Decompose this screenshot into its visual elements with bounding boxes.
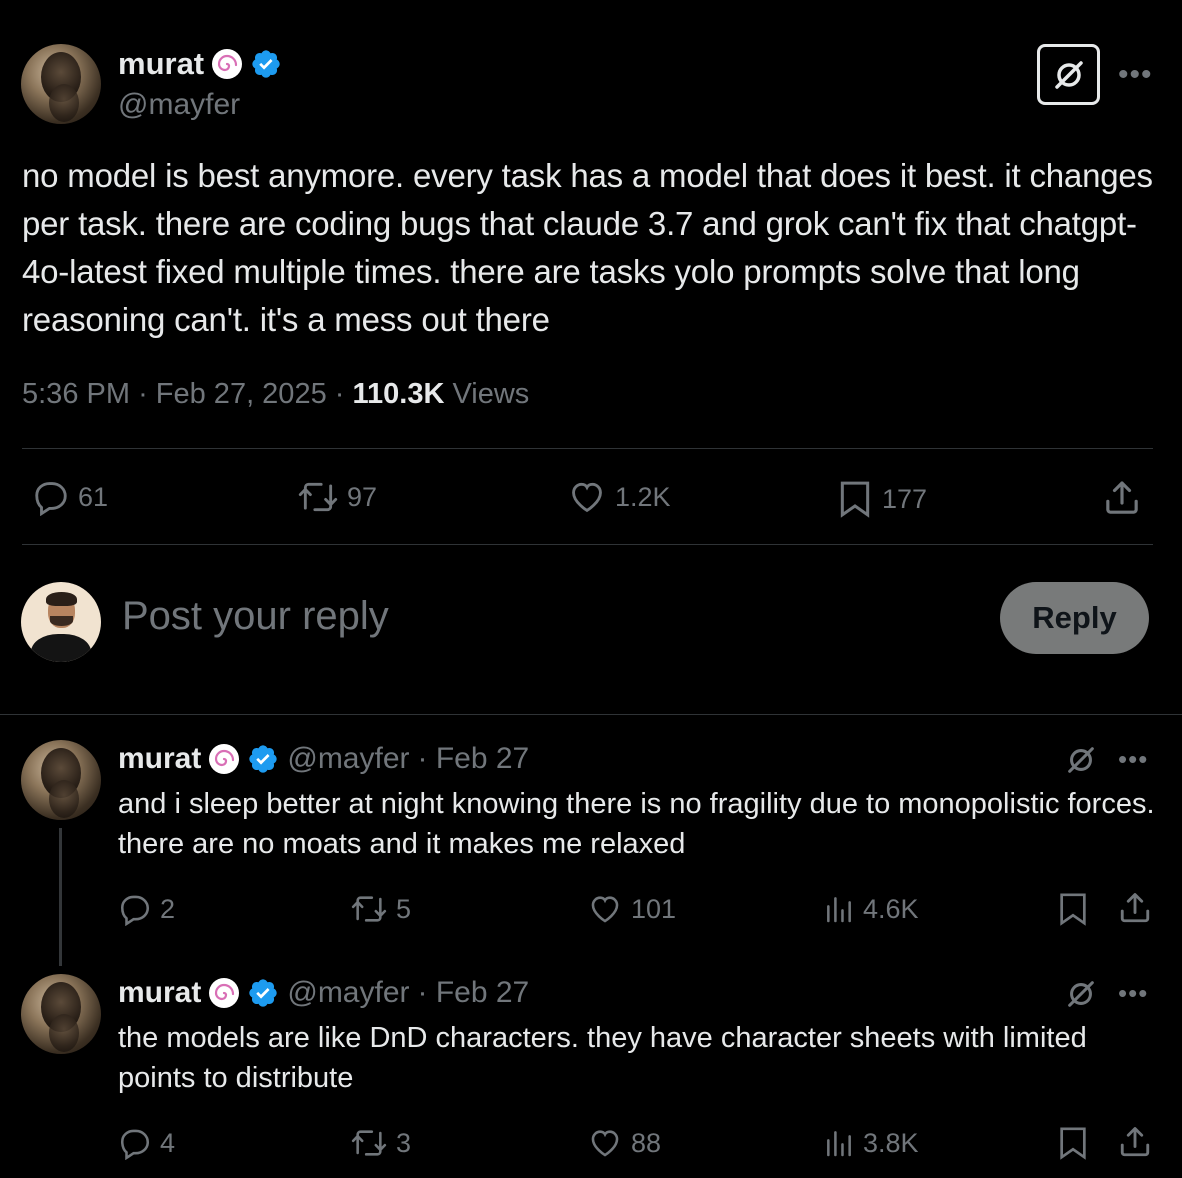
spiral-badge-icon[interactable] (209, 978, 240, 1008)
views-icon (827, 897, 851, 923)
like-button[interactable]: 88 (587, 1126, 661, 1160)
reply-count: 61 (78, 481, 109, 512)
reply-author-handle[interactable]: @mayfer (287, 742, 409, 776)
reply-submit-button[interactable]: Reply (1000, 582, 1149, 654)
share-icon (1106, 481, 1138, 514)
like-button[interactable]: 101 (587, 892, 676, 926)
divider (22, 544, 1153, 545)
tweet-meta: 5:36 PM · Feb 27, 2025 · 110.3K Views (22, 378, 529, 411)
reply-button[interactable]: 61 (32, 478, 108, 516)
like-button[interactable]: 1.2K (567, 478, 671, 516)
current-user-avatar[interactable] (21, 582, 101, 662)
divider (0, 714, 1182, 715)
grok-icon[interactable] (1064, 743, 1098, 777)
like-icon (572, 482, 602, 513)
more-icon[interactable]: ••• (1118, 980, 1148, 1006)
reply-icon (120, 1129, 150, 1160)
like-icon (591, 896, 619, 923)
repost-button[interactable]: 5 (350, 892, 411, 926)
reply-date[interactable]: · Feb 27 (418, 742, 530, 776)
repost-icon (351, 896, 387, 922)
views-count: 110.3K (352, 378, 445, 410)
views-count: 4.6K (863, 893, 919, 924)
verified-icon[interactable] (250, 48, 282, 80)
share-icon[interactable] (1117, 1124, 1153, 1160)
share-icon[interactable] (1117, 890, 1153, 926)
thread-line (59, 828, 62, 966)
reply-button[interactable]: 2 (118, 892, 175, 926)
grok-icon (1054, 60, 1083, 89)
meta-separator: · (138, 378, 156, 410)
like-count: 101 (631, 893, 677, 924)
views-label: Views (452, 378, 530, 410)
views-button[interactable]: 4.6K (823, 892, 919, 926)
reply-count: 4 (160, 1127, 176, 1158)
views-button[interactable]: 3.8K (823, 1126, 919, 1160)
views-count: 3.8K (863, 1127, 919, 1158)
verified-icon[interactable] (247, 977, 279, 1009)
bookmark-count: 177 (882, 483, 928, 514)
tweet-text: no model is best anymore. every task has… (22, 157, 1153, 338)
reply-button[interactable]: 4 (118, 1126, 175, 1160)
author-handle[interactable]: @mayfer (118, 88, 240, 122)
reply-text: the models are like DnD characters. they… (118, 1022, 1087, 1094)
reply-author-name[interactable]: murat (118, 976, 201, 1010)
author-name[interactable]: murat (118, 46, 204, 82)
grok-icon[interactable] (1064, 977, 1098, 1011)
author-name-row: murat (118, 46, 282, 82)
reply-date[interactable]: · Feb 27 (418, 976, 530, 1010)
repost-count: 97 (347, 481, 378, 512)
reply-author-name[interactable]: murat (118, 742, 201, 776)
bookmark-icon (840, 481, 870, 518)
reply-author-handle[interactable]: @mayfer (287, 976, 409, 1010)
bookmark-icon[interactable] (1056, 890, 1090, 928)
repost-button[interactable]: 3 (350, 1126, 411, 1160)
repost-icon (298, 482, 338, 512)
like-count: 1.2K (615, 481, 671, 512)
reply-header: murat @mayfer · Feb 27 (118, 742, 529, 776)
tweet-page: murat @mayfer ••• no model is best anymo… (0, 0, 1182, 1178)
like-icon (591, 1130, 619, 1157)
share-button[interactable] (1102, 478, 1142, 518)
spiral-badge-icon[interactable] (209, 744, 240, 774)
verified-icon[interactable] (247, 743, 279, 775)
reply-avatar[interactable] (21, 740, 101, 820)
meta-separator: · (334, 378, 353, 410)
reply-header: murat @mayfer · Feb 27 (118, 976, 529, 1010)
reply-icon (120, 895, 150, 926)
repost-icon (351, 1130, 387, 1156)
spiral-badge-icon[interactable] (212, 49, 243, 79)
bookmark-button[interactable]: 177 (836, 478, 927, 520)
reply-count: 2 (160, 893, 176, 924)
reply-input[interactable]: Post your reply (122, 594, 389, 639)
more-icon[interactable]: ••• (1118, 746, 1148, 772)
reply-text: and i sleep better at night knowing ther… (118, 788, 1155, 860)
like-count: 88 (631, 1127, 662, 1158)
repost-count: 3 (396, 1127, 412, 1158)
reply-avatar[interactable] (21, 974, 101, 1054)
tweet-date[interactable]: Feb 27, 2025 (156, 378, 327, 410)
grok-button[interactable] (1037, 44, 1100, 105)
views-icon (827, 1131, 851, 1157)
repost-count: 5 (396, 893, 412, 924)
tweet-time[interactable]: 5:36 PM (22, 378, 130, 410)
bookmark-icon[interactable] (1056, 1124, 1090, 1162)
more-icon[interactable]: ••• (1118, 60, 1153, 90)
divider (22, 448, 1153, 449)
reply-icon (35, 482, 67, 516)
author-avatar[interactable] (21, 44, 101, 124)
repost-button[interactable]: 97 (297, 478, 377, 516)
